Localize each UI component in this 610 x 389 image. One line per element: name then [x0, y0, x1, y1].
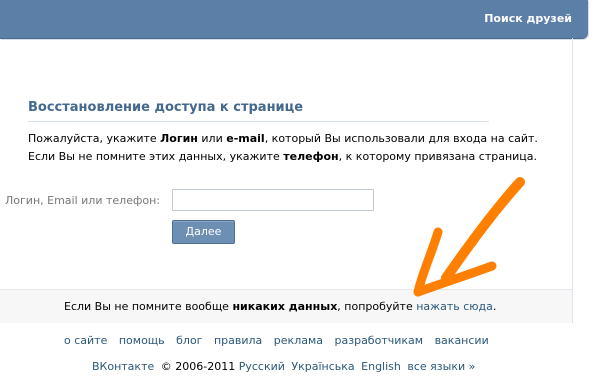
friends-search-link[interactable]: Поиск друзей — [484, 12, 572, 25]
lang-english[interactable]: English — [361, 360, 401, 373]
instructions-bold: телефон — [283, 150, 339, 163]
instructions-text: , который Вы использовали для входа на с… — [264, 132, 538, 145]
footer-link-jobs[interactable]: вакансии — [435, 334, 489, 347]
top-header-bar: Поиск друзей — [0, 0, 588, 39]
footer-link-ads[interactable]: реклама — [274, 334, 323, 347]
footer-link-rules[interactable]: правила — [214, 334, 262, 347]
instructions-line-2: Если Вы не помните этих данных, укажите … — [28, 150, 537, 163]
help-bold: никаких данных — [232, 300, 338, 313]
title-divider — [28, 121, 489, 122]
next-button[interactable]: Далее — [172, 220, 235, 244]
help-text: Если Вы не помните вообще — [64, 300, 233, 313]
login-field-label: Логин, Email или телефон: — [5, 194, 160, 207]
lang-ukrainian[interactable]: Українська — [291, 360, 354, 373]
login-email-phone-input[interactable] — [172, 189, 374, 211]
instructions-text: или — [197, 132, 227, 145]
footer-link-developers[interactable]: разработчикам — [335, 334, 424, 347]
instructions-bold: e-mail — [226, 132, 265, 145]
lang-all[interactable]: все языки » — [407, 360, 475, 373]
footer-link-help[interactable]: помощь — [119, 334, 165, 347]
instructions-line-1: Пожалуйста, укажите Логин или e-mail, ко… — [28, 132, 538, 145]
instructions-text: Пожалуйста, укажите — [28, 132, 161, 145]
footer-link-about[interactable]: о сайте — [64, 334, 107, 347]
instructions-text: Если Вы не помните этих данных, укажите — [28, 150, 284, 163]
instructions-bold: Логин — [160, 132, 198, 145]
orange-arrow-icon — [413, 177, 525, 297]
footer-copyright: ВКонтакте © 2006-2011 Русский Українська… — [92, 360, 478, 373]
footer-brand-link[interactable]: ВКонтакте — [92, 360, 154, 373]
help-text: , попробуйте — [337, 300, 417, 313]
lang-russian[interactable]: Русский — [239, 360, 285, 373]
instructions-text: , к которому привязана страница. — [338, 150, 538, 163]
copyright-text: © 2006-2011 — [160, 360, 236, 373]
footer-nav: о сайте помощь блог правила реклама разр… — [64, 334, 497, 347]
page-title: Восстановление доступа к странице — [28, 100, 304, 115]
footer-link-blog[interactable]: блог — [176, 334, 202, 347]
